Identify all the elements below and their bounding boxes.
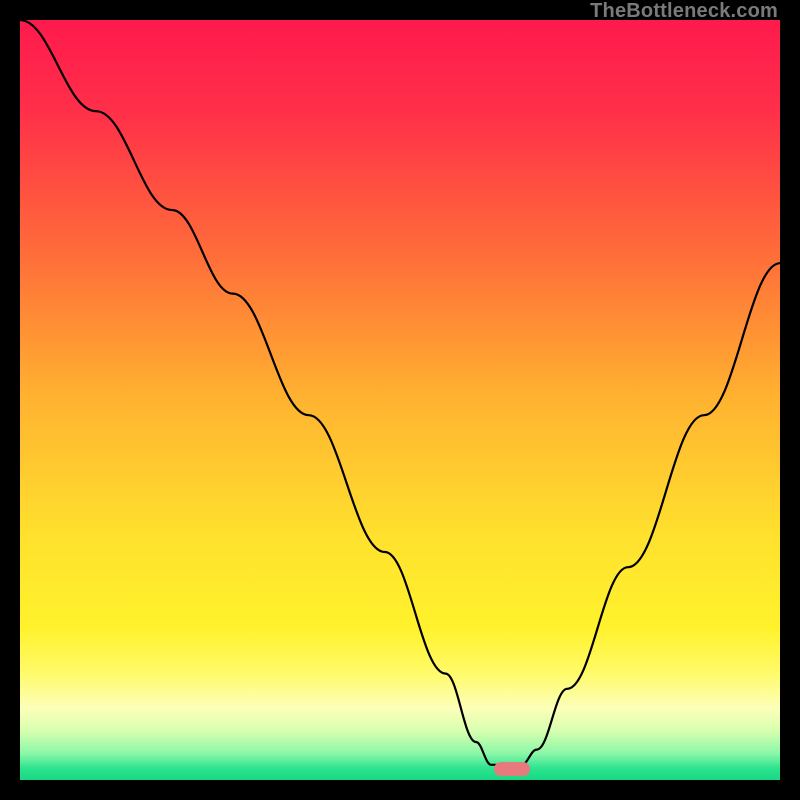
- gradient-background: [20, 20, 780, 780]
- watermark-text: TheBottleneck.com: [590, 0, 778, 23]
- optimal-marker: [494, 762, 530, 776]
- chart-frame: [20, 20, 780, 780]
- bottleneck-chart: [20, 20, 780, 780]
